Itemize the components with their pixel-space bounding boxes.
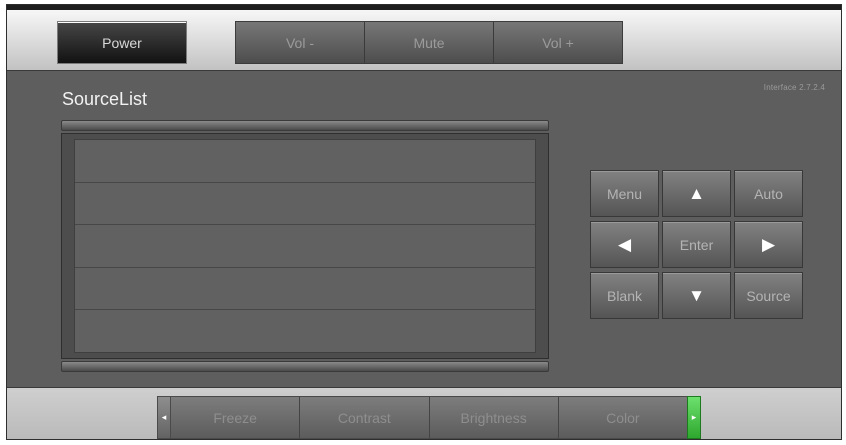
image-controls-group: ◂ Freeze Contrast Brightness Color ▸ — [157, 396, 701, 439]
blank-button[interactable]: Blank — [590, 272, 659, 319]
menu-button[interactable]: Menu — [590, 170, 659, 217]
brightness-button[interactable]: Brightness — [429, 397, 559, 438]
bottom-toolbar: ◂ Freeze Contrast Brightness Color ▸ — [7, 387, 841, 439]
source-button[interactable]: Source — [734, 272, 803, 319]
left-arrow-icon: ◀ — [617, 234, 632, 254]
source-list-row[interactable] — [75, 225, 535, 268]
source-list-row[interactable] — [75, 183, 535, 226]
color-button[interactable]: Color — [558, 397, 687, 438]
right-arrow-icon: ▶ — [761, 234, 776, 254]
source-list-row[interactable] — [75, 140, 535, 183]
power-button[interactable]: Power — [57, 21, 187, 64]
image-controls: Freeze Contrast Brightness Color — [171, 396, 687, 439]
contrast-button[interactable]: Contrast — [300, 397, 430, 438]
remote-control-panel: Power Vol - Mute Vol + Interface 2.7.2.4… — [6, 4, 842, 440]
auto-button[interactable]: Auto — [734, 170, 803, 217]
navigation-pad: Menu ▲ Auto ◀ Enter ▶ Blank ▼ Source — [590, 170, 803, 320]
scroll-left-button[interactable]: ◂ — [157, 396, 171, 439]
source-list-row[interactable] — [75, 268, 535, 311]
source-list-bottom-bar — [61, 361, 549, 372]
volume-up-button[interactable]: Vol + — [494, 22, 622, 63]
source-list — [61, 133, 549, 359]
down-button[interactable]: ▼ — [662, 272, 731, 319]
up-arrow-icon: ▲ — [688, 183, 705, 203]
down-arrow-icon: ▼ — [688, 285, 705, 305]
right-button[interactable]: ▶ — [734, 221, 803, 268]
source-list-top-bar — [61, 120, 549, 131]
scroll-right-button[interactable]: ▸ — [687, 396, 701, 439]
source-list-row[interactable] — [75, 310, 535, 352]
volume-button-group: Vol - Mute Vol + — [235, 21, 623, 64]
source-list-title: SourceList — [62, 89, 148, 109]
source-list-body — [74, 139, 536, 353]
freeze-button[interactable]: Freeze — [171, 397, 301, 438]
volume-down-button[interactable]: Vol - — [236, 22, 365, 63]
up-button[interactable]: ▲ — [662, 170, 731, 217]
top-toolbar: Power Vol - Mute Vol + — [7, 5, 841, 71]
enter-button[interactable]: Enter — [662, 221, 731, 268]
left-button[interactable]: ◀ — [590, 221, 659, 268]
mute-button[interactable]: Mute — [365, 22, 494, 63]
version-label: Interface 2.7.2.4 — [763, 83, 825, 92]
